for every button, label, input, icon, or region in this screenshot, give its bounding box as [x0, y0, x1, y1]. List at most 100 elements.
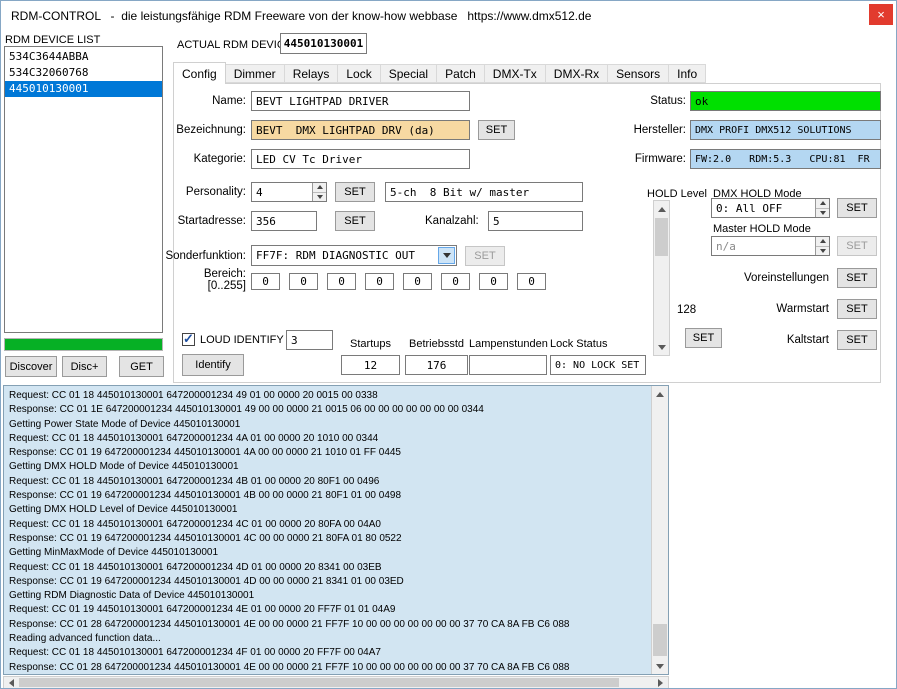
- discover-progress-bar: [4, 338, 163, 351]
- personality-value: 4: [256, 186, 263, 199]
- log-line: Getting DMX HOLD Level of Device 4450101…: [9, 503, 649, 517]
- dmx-hold-mode-stepper[interactable]: 0: All OFF: [711, 198, 830, 218]
- startups-field[interactable]: [341, 355, 400, 375]
- spin-down-icon[interactable]: [816, 208, 829, 218]
- log-scrollbar-thumb[interactable]: [653, 624, 667, 656]
- bereich-field-2[interactable]: [289, 273, 318, 290]
- tab-lock[interactable]: Lock: [337, 64, 380, 83]
- betriebsstd-label: Betriebsstd: [405, 338, 468, 350]
- tab-config[interactable]: Config: [173, 62, 226, 84]
- window-title: RDM-CONTROL - die leistungsfähige RDM Fr…: [11, 9, 591, 23]
- log-scrollbar-vertical[interactable]: [651, 386, 668, 674]
- tab-patch[interactable]: Patch: [436, 64, 485, 83]
- device-list-item[interactable]: 534C32060768: [5, 65, 162, 81]
- spin-down-icon[interactable]: [816, 246, 829, 256]
- firmware-label: Firmware:: [616, 153, 686, 165]
- bereich-field-5[interactable]: [403, 273, 432, 290]
- device-list-item[interactable]: 534C3644ABBA: [5, 49, 162, 65]
- scroll-right-icon[interactable]: [653, 677, 668, 688]
- chevron-down-icon[interactable]: [438, 247, 455, 264]
- scroll-down-icon[interactable]: [654, 339, 669, 355]
- hersteller-value: DMX PROFI DMX512 SOLUTIONS: [690, 120, 881, 140]
- log-line: Response: CC 01 19 647200001234 44501013…: [9, 489, 649, 503]
- bereich-field-3[interactable]: [327, 273, 356, 290]
- firmware-value: FW:2.0 RDM:5.3 CPU:81 FR: [690, 149, 881, 169]
- bereich-field-4[interactable]: [365, 273, 394, 290]
- bereich-field-7[interactable]: [479, 273, 508, 290]
- personality-stepper[interactable]: 4: [251, 182, 327, 202]
- scroll-up-icon[interactable]: [652, 386, 668, 402]
- loud-identify-label: LOUD IDENTIFY: [200, 334, 284, 346]
- tab-dimmer[interactable]: Dimmer: [225, 64, 285, 83]
- actual-device-value: 445010130001: [280, 33, 367, 54]
- hold-scrollbar-thumb[interactable]: [655, 218, 668, 256]
- device-list-item-selected[interactable]: 445010130001: [5, 81, 162, 97]
- lampenstunden-label: Lampenstunden: [469, 338, 547, 350]
- bezeichnung-label: Bezeichnung:: [159, 124, 246, 136]
- dmx-hold-mode-value: 0: All OFF: [716, 202, 782, 215]
- voreinstellungen-set-button[interactable]: SET: [837, 268, 877, 288]
- spin-up-icon[interactable]: [313, 183, 326, 192]
- get-button[interactable]: GET: [119, 356, 164, 377]
- log-line: Response: CC 01 28 647200001234 44501013…: [9, 618, 649, 632]
- tab-bar: Config Dimmer Relays Lock Special Patch …: [173, 62, 706, 83]
- sonderfunktion-dropdown[interactable]: FF7F: RDM DIAGNOSTIC OUT: [251, 245, 457, 266]
- tab-dmx-tx[interactable]: DMX-Tx: [484, 64, 546, 83]
- log-line: Request: CC 01 18 445010130001 647200001…: [9, 646, 649, 660]
- log-scrollbar-horizontal[interactable]: [3, 676, 669, 689]
- tab-dmx-rx[interactable]: DMX-Rx: [545, 64, 608, 83]
- bereich-field-8[interactable]: [517, 273, 546, 290]
- log-line: Request: CC 01 19 445010130001 647200001…: [9, 603, 649, 617]
- disc-plus-button[interactable]: Disc+: [62, 356, 107, 377]
- warmstart-set-button[interactable]: SET: [837, 299, 877, 319]
- personality-set-button[interactable]: SET: [335, 182, 375, 202]
- scroll-left-icon[interactable]: [4, 677, 19, 688]
- dmx-hold-mode-spinner[interactable]: [815, 199, 829, 217]
- spin-up-icon[interactable]: [816, 199, 829, 208]
- master-hold-mode-spinner[interactable]: [815, 237, 829, 255]
- kanalzahl-label: Kanalzahl:: [425, 215, 479, 227]
- bezeichnung-set-button[interactable]: SET: [478, 120, 515, 140]
- hold-level-set-button[interactable]: SET: [685, 328, 722, 348]
- tab-special[interactable]: Special: [380, 64, 437, 83]
- lampenstunden-field[interactable]: [469, 355, 547, 375]
- personality-spinner[interactable]: [312, 183, 326, 201]
- kanalzahl-field[interactable]: [488, 211, 583, 231]
- log-line: Getting MinMaxMode of Device 44501013000…: [9, 546, 649, 560]
- master-hold-mode-stepper[interactable]: n/a: [711, 236, 830, 256]
- log-area[interactable]: Request: CC 01 18 445010130001 647200001…: [3, 385, 669, 675]
- scroll-up-icon[interactable]: [654, 201, 669, 217]
- log-line: Request: CC 01 18 445010130001 647200001…: [9, 389, 649, 403]
- close-button[interactable]: ×: [869, 4, 893, 25]
- hscrollbar-thumb[interactable]: [19, 678, 619, 687]
- spin-down-icon[interactable]: [313, 192, 326, 202]
- dmx-hold-mode-set-button[interactable]: SET: [837, 198, 877, 218]
- kaltstart-set-button[interactable]: SET: [837, 330, 877, 350]
- startadresse-set-button[interactable]: SET: [335, 211, 375, 231]
- betriebsstd-field[interactable]: [405, 355, 468, 375]
- tab-info[interactable]: Info: [668, 64, 706, 83]
- discover-button[interactable]: Discover: [5, 356, 57, 377]
- personality-description-field[interactable]: [385, 182, 583, 202]
- bereich-label: Bereich:: [159, 268, 246, 280]
- bereich-field-6[interactable]: [441, 273, 470, 290]
- log-line: Getting Power State Mode of Device 44501…: [9, 418, 649, 432]
- spin-up-icon[interactable]: [816, 237, 829, 246]
- log-line: Request: CC 01 18 445010130001 647200001…: [9, 432, 649, 446]
- log-lines: Request: CC 01 18 445010130001 647200001…: [9, 389, 649, 675]
- status-value: ok: [690, 91, 881, 111]
- name-field[interactable]: [251, 91, 470, 111]
- lock-status-field[interactable]: [550, 355, 646, 375]
- scroll-down-icon[interactable]: [652, 658, 668, 674]
- bezeichnung-field[interactable]: [251, 120, 470, 140]
- startadresse-field[interactable]: [251, 211, 317, 231]
- hold-level-scrollbar[interactable]: [653, 200, 670, 356]
- tab-relays[interactable]: Relays: [284, 64, 339, 83]
- name-label: Name:: [159, 95, 246, 107]
- bereich-field-1[interactable]: [251, 273, 280, 290]
- identify-button[interactable]: Identify: [182, 354, 244, 376]
- kategorie-field[interactable]: [251, 149, 470, 169]
- tab-sensors[interactable]: Sensors: [607, 64, 669, 83]
- loud-identify-checkbox[interactable]: [182, 333, 195, 346]
- loud-identify-field[interactable]: [286, 330, 333, 350]
